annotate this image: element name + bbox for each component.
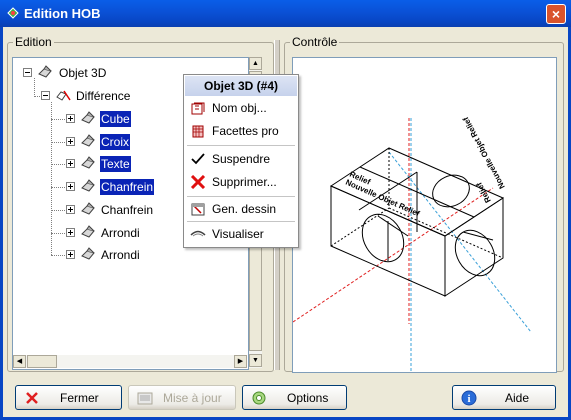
- delete-x-icon: [190, 175, 206, 189]
- options-button-label: Options: [287, 391, 329, 405]
- tree-item-arrondi[interactable]: Arrondi: [66, 224, 166, 242]
- tree-line: [51, 164, 65, 165]
- app-icon: [7, 7, 19, 19]
- tree-item-texte[interactable]: Texte: [66, 155, 156, 173]
- expand-toggle[interactable]: [66, 250, 75, 259]
- scroll-down-button[interactable]: ▼: [249, 354, 262, 367]
- tree-item-arrondi[interactable]: Arrondi: [66, 246, 166, 264]
- eye-icon: [190, 230, 206, 237]
- object-3d-icon: [81, 156, 95, 169]
- tree-line: [51, 187, 65, 188]
- object-3d-icon: [81, 179, 95, 192]
- tree-item-label: Différence: [76, 89, 131, 103]
- update-icon: [137, 392, 153, 405]
- tree-line: [51, 255, 65, 256]
- menu-item-nom-obj[interactable]: Nom obj...: [185, 97, 297, 119]
- scroll-up-button[interactable]: ▲: [249, 57, 262, 70]
- menu-separator: [187, 221, 295, 222]
- tree-item-chanfrein[interactable]: Chanfrein: [66, 178, 176, 196]
- facets-icon: [192, 125, 204, 138]
- x-axis-line: [292, 187, 494, 323]
- menu-item-supprimer[interactable]: Supprimer...: [185, 171, 297, 193]
- svg-text:i: i: [467, 393, 470, 405]
- object-3d-icon: [81, 111, 95, 124]
- tree-item-difference[interactable]: Différence: [41, 87, 151, 105]
- checkmark-icon: [191, 153, 205, 165]
- options-button[interactable]: Options: [242, 385, 347, 410]
- title-bar[interactable]: Edition HOB ×: [0, 0, 571, 27]
- tree-line: [51, 210, 65, 211]
- menu-item-gen-dessin[interactable]: Gen. dessin: [185, 198, 297, 220]
- help-button-label: Aide: [505, 391, 530, 405]
- menu-item-label: Supprimer...: [212, 175, 277, 189]
- generate-drawing-icon: [191, 203, 205, 216]
- menu-item-label: Suspendre: [212, 152, 271, 166]
- menu-item-label: Nom obj...: [212, 101, 267, 115]
- update-button-label: Mise à jour: [163, 391, 222, 405]
- tree-line: [51, 142, 65, 143]
- menu-separator: [187, 196, 295, 197]
- options-icon: [252, 391, 266, 405]
- horizontal-scrollbar[interactable]: ◀ ▶: [13, 355, 247, 368]
- expand-toggle[interactable]: [66, 137, 75, 146]
- preview-3d-canvas[interactable]: Relief Nouvelle Objet Relief Relief Nouv…: [292, 57, 557, 373]
- object-3d-icon: [38, 65, 52, 78]
- menu-item-suspendre[interactable]: Suspendre: [185, 148, 297, 170]
- engraved-text: Nouvelle Objet Relief: [461, 115, 507, 190]
- context-menu: Objet 3D (#4) Nom obj... Facettes pro Su…: [183, 74, 299, 248]
- tree-item-label: Chanfrein: [101, 203, 154, 217]
- tree-line: [51, 233, 65, 234]
- object-3d-icon: [81, 134, 95, 147]
- help-button[interactable]: i Aide: [452, 385, 556, 410]
- expand-toggle[interactable]: [66, 182, 75, 191]
- tree-item-label: Croix: [100, 134, 131, 150]
- name-object-icon: [191, 102, 205, 115]
- window-frame-left: [0, 27, 3, 420]
- expand-toggle[interactable]: [66, 159, 75, 168]
- scroll-left-button[interactable]: ◀: [13, 355, 26, 368]
- close-x-icon: [26, 392, 38, 404]
- expand-toggle[interactable]: [66, 205, 75, 214]
- menu-separator: [187, 145, 295, 146]
- menu-item-visualiser[interactable]: Visualiser: [185, 223, 297, 245]
- tree-item-label: Cube: [100, 111, 131, 127]
- tree-line: [51, 119, 65, 120]
- expand-toggle[interactable]: [66, 228, 75, 237]
- tree-item-label: Chanfrein: [100, 179, 155, 195]
- menu-item-label: Visualiser: [212, 227, 264, 241]
- tree-item-label: Texte: [100, 156, 131, 172]
- wireframe-3d-view: Relief Nouvelle Objet Relief Relief Nouv…: [292, 115, 532, 372]
- update-button[interactable]: Mise à jour: [128, 385, 236, 410]
- controle-group-label: Contrôle: [290, 35, 340, 49]
- tree-item-label: Arrondi: [101, 226, 140, 240]
- collapse-toggle[interactable]: [41, 91, 50, 100]
- expand-toggle[interactable]: [66, 114, 75, 123]
- object-3d-icon: [81, 247, 95, 260]
- tree-item-chanfrein[interactable]: Chanfrein: [66, 201, 176, 219]
- menu-item-label: Facettes pro: [212, 124, 279, 138]
- collapse-toggle[interactable]: [23, 68, 32, 77]
- tree-item-cube[interactable]: Cube: [66, 110, 156, 128]
- close-window-button[interactable]: ×: [546, 4, 566, 24]
- tree-item-label: Objet 3D: [59, 66, 107, 80]
- edition-hob-window: Edition HOB × Edition Objet 3D Différenc…: [0, 0, 571, 420]
- window-title: Edition HOB: [24, 6, 101, 21]
- scroll-thumb[interactable]: [27, 355, 57, 368]
- tree-item-label: Arrondi: [101, 248, 140, 262]
- context-menu-header: Objet 3D (#4): [185, 76, 297, 96]
- scroll-right-button[interactable]: ▶: [234, 355, 247, 368]
- menu-item-facettes-pro[interactable]: Facettes pro: [185, 120, 297, 142]
- object-3d-icon: [81, 225, 95, 238]
- tree-item-objet-3d[interactable]: Objet 3D: [23, 64, 123, 82]
- menu-item-label: Gen. dessin: [212, 202, 277, 216]
- difference-icon: [56, 90, 71, 101]
- edition-group-label: Edition: [13, 35, 54, 49]
- close-button[interactable]: Fermer: [15, 385, 122, 410]
- info-icon: i: [461, 390, 477, 406]
- close-button-label: Fermer: [60, 391, 99, 405]
- tree-item-croix[interactable]: Croix: [66, 133, 156, 151]
- object-3d-icon: [81, 202, 95, 215]
